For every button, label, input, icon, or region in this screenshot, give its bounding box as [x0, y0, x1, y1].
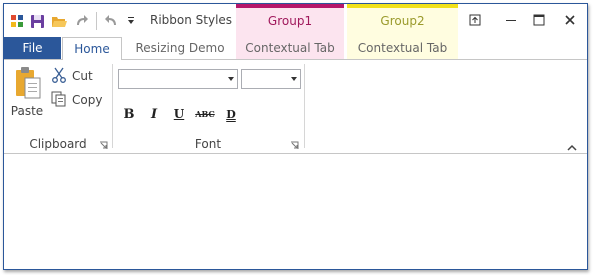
scissors-icon — [51, 67, 67, 86]
save-icon[interactable] — [29, 13, 45, 29]
undo-icon[interactable] — [103, 13, 119, 29]
underline-button[interactable]: U — [169, 104, 189, 124]
clipboard-launcher-icon[interactable] — [99, 139, 108, 149]
clipboard-group: Paste Cut Copy Clipboard — [4, 60, 112, 154]
ribbon-tab-row: File Home Resizing Demo Contextual Tab C… — [4, 37, 587, 60]
copy-button[interactable]: Copy — [51, 90, 102, 110]
contextual-group-2-label: Group2 — [380, 14, 425, 28]
font-group-label: Font — [194, 137, 222, 151]
cut-button[interactable]: Cut — [51, 66, 93, 86]
clipboard-group-label: Clipboard — [29, 137, 87, 151]
title-bar: Ribbon Styles Group1 Group2 — [4, 4, 587, 37]
restore-down-icon[interactable] — [460, 9, 490, 31]
contextual-group-2: Group2 — [347, 4, 458, 37]
font-family-combo[interactable] — [118, 69, 238, 89]
ribbon-panel: Paste Cut Copy Clipboard B I U ABC D Fon… — [4, 59, 587, 154]
copy-icon — [51, 91, 67, 110]
paste-icon — [15, 66, 41, 103]
open-folder-icon[interactable] — [51, 13, 67, 29]
window-title: Ribbon Styles — [150, 13, 233, 27]
customize-dropdown-icon[interactable] — [123, 13, 139, 29]
bold-button[interactable]: B — [119, 104, 139, 124]
contextual-group-2-bar — [347, 4, 458, 8]
strikethrough-button[interactable]: ABC — [195, 104, 215, 124]
paste-label: Paste — [10, 104, 44, 118]
close-icon[interactable] — [555, 9, 585, 31]
maximize-icon[interactable] — [524, 9, 554, 31]
double-underline-button[interactable]: D — [221, 104, 241, 124]
redo-icon[interactable] — [73, 13, 89, 29]
app-window: Ribbon Styles Group1 Group2 File Home Re… — [3, 3, 588, 270]
tab-resizing-demo[interactable]: Resizing Demo — [130, 37, 230, 59]
italic-button[interactable]: I — [144, 104, 164, 124]
contextual-group-1-bar — [236, 4, 344, 8]
chevron-down-icon — [228, 77, 234, 81]
cut-label: Cut — [72, 69, 93, 83]
qat-separator — [96, 12, 97, 30]
copy-label: Copy — [72, 93, 103, 107]
group-separator — [304, 64, 305, 148]
collapse-ribbon-icon[interactable] — [567, 141, 577, 151]
app-icon[interactable] — [9, 13, 25, 29]
minimize-icon[interactable] — [496, 9, 526, 31]
font-size-combo[interactable] — [241, 69, 301, 89]
font-group: B I U ABC D Font — [113, 60, 303, 154]
font-launcher-icon[interactable] — [290, 139, 299, 149]
chevron-down-icon — [291, 77, 297, 81]
tab-file[interactable]: File — [4, 37, 61, 59]
tab-contextual-1[interactable]: Contextual Tab — [236, 37, 344, 59]
contextual-group-1: Group1 — [236, 4, 344, 37]
tab-contextual-2[interactable]: Contextual Tab — [347, 37, 458, 59]
paste-button[interactable]: Paste — [10, 66, 44, 118]
tab-home[interactable]: Home — [62, 37, 122, 60]
document-area[interactable] — [4, 155, 587, 269]
contextual-group-1-label: Group1 — [267, 14, 313, 28]
